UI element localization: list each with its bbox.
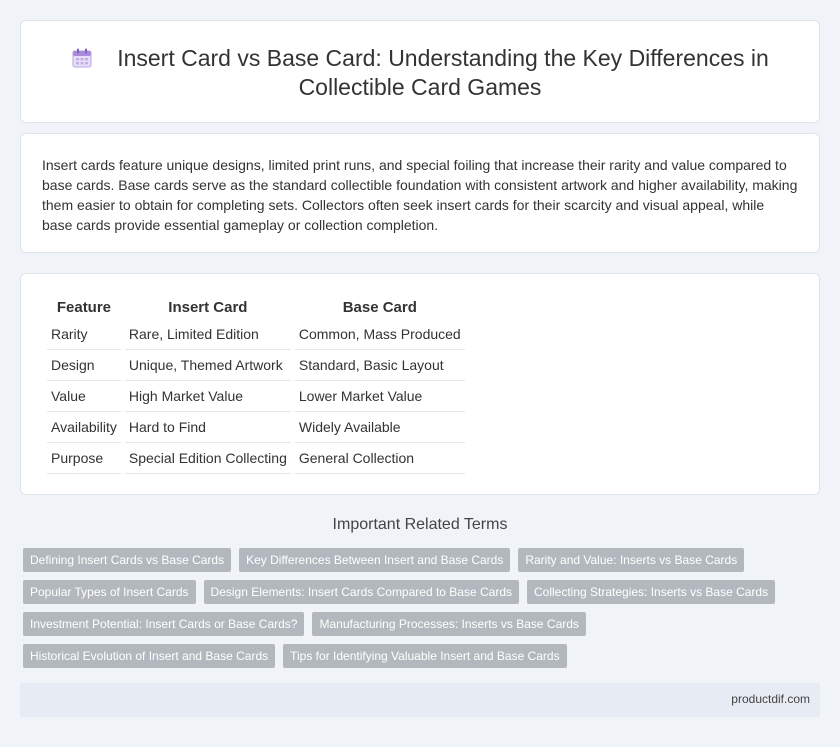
related-term-tag[interactable]: Manufacturing Processes: Inserts vs Base… xyxy=(312,612,586,636)
table-cell: General Collection xyxy=(294,443,465,474)
related-term-tag[interactable]: Key Differences Between Insert and Base … xyxy=(239,548,511,572)
related-term-tag[interactable]: Tips for Identifying Valuable Insert and… xyxy=(283,644,567,668)
intro-card: Insert cards feature unique designs, lim… xyxy=(20,133,820,253)
table-row: Rarity Rare, Limited Edition Common, Mas… xyxy=(47,319,465,350)
title-card: Insert Card vs Base Card: Understanding … xyxy=(20,20,820,123)
related-term-tag[interactable]: Investment Potential: Insert Cards or Ba… xyxy=(23,612,305,636)
table-row: Value High Market Value Lower Market Val… xyxy=(47,381,465,412)
table-cell: Standard, Basic Layout xyxy=(294,350,465,381)
calendar-icon xyxy=(71,47,93,69)
table-cell: High Market Value xyxy=(124,381,291,412)
related-term-tag[interactable]: Popular Types of Insert Cards xyxy=(23,580,196,604)
related-term-tag[interactable]: Historical Evolution of Insert and Base … xyxy=(23,644,276,668)
column-header: Base Card xyxy=(342,299,417,316)
footer-site-name: productdif.com xyxy=(731,692,810,706)
table-cell: Rare, Limited Edition xyxy=(124,319,291,350)
footer: productdif.com xyxy=(20,683,820,717)
table-cell: Design xyxy=(47,350,121,381)
related-term-tag[interactable]: Rarity and Value: Inserts vs Base Cards xyxy=(518,548,745,572)
table-row: Purpose Special Edition Collecting Gener… xyxy=(47,443,465,474)
table-cell: Unique, Themed Artwork xyxy=(124,350,291,381)
comparison-card: Feature Insert Card Base Card Rarity Rar… xyxy=(20,273,820,495)
table-cell: Rarity xyxy=(47,319,121,350)
table-row: Availability Hard to Find Widely Availab… xyxy=(47,412,465,443)
table-cell: Special Edition Collecting xyxy=(124,443,291,474)
intro-paragraph: Insert cards feature unique designs, lim… xyxy=(42,157,798,233)
page-title-text: Insert Card vs Base Card: Understanding … xyxy=(117,45,769,100)
table-cell: Common, Mass Produced xyxy=(294,319,465,350)
table-cell: Value xyxy=(47,381,121,412)
table-cell: Purpose xyxy=(47,443,121,474)
related-term-tag[interactable]: Collecting Strategies: Inserts vs Base C… xyxy=(527,580,776,604)
table-cell: Widely Available xyxy=(294,412,465,443)
column-header: Insert Card xyxy=(168,299,248,316)
table-row: Design Unique, Themed Artwork Standard, … xyxy=(47,350,465,381)
related-terms-tags: Defining Insert Cards vs Base Cards Key … xyxy=(20,548,820,676)
related-term-tag[interactable]: Defining Insert Cards vs Base Cards xyxy=(23,548,232,572)
table-cell: Hard to Find xyxy=(124,412,291,443)
page-title: Insert Card vs Base Card: Understanding … xyxy=(21,44,819,102)
table-header-row: Feature Insert Card Base Card xyxy=(47,295,465,319)
column-header: Feature xyxy=(56,299,112,316)
table-cell: Availability xyxy=(47,412,121,443)
related-terms-heading: Important Related Terms xyxy=(332,516,508,533)
table-cell: Lower Market Value xyxy=(294,381,465,412)
comparison-table: Feature Insert Card Base Card Rarity Rar… xyxy=(43,295,469,474)
related-term-tag[interactable]: Design Elements: Insert Cards Compared t… xyxy=(203,580,519,604)
